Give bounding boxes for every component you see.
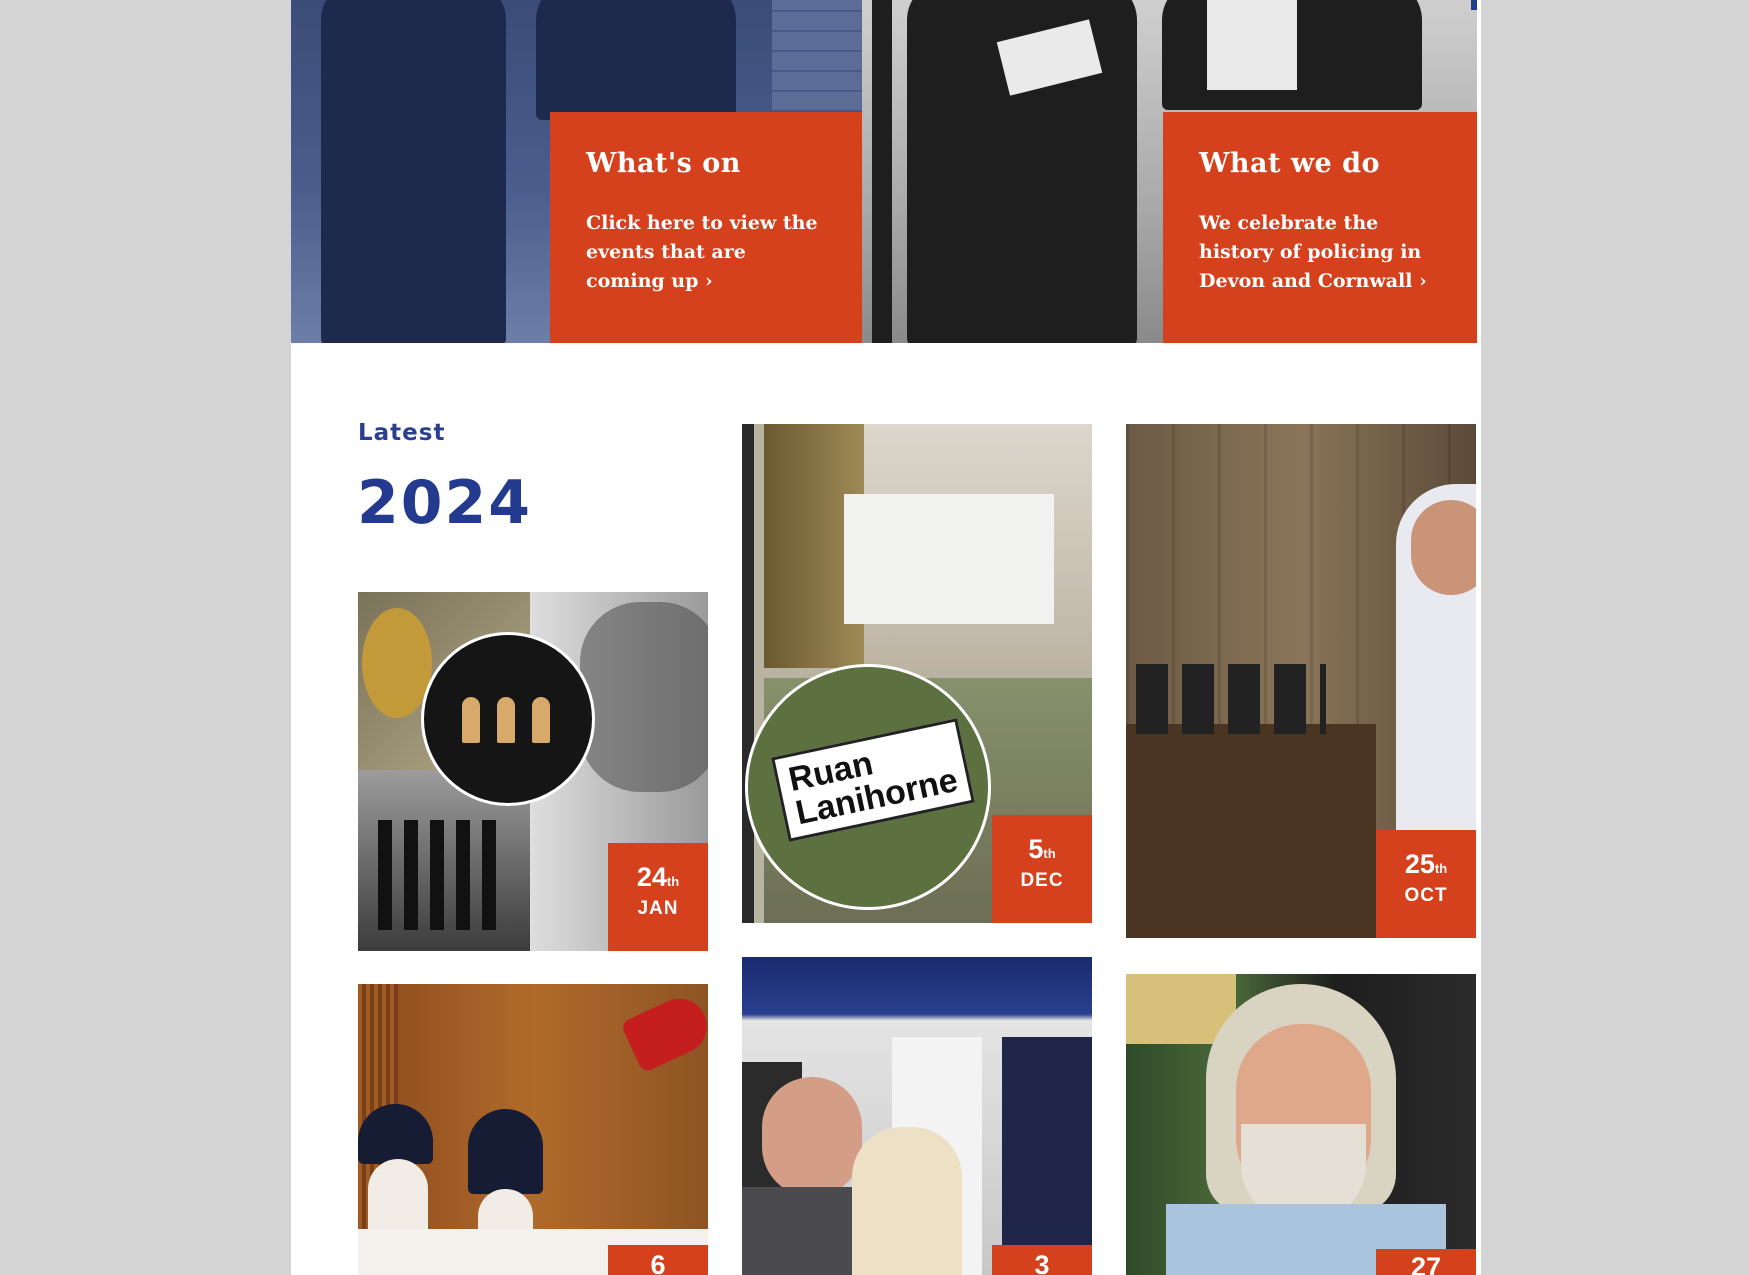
date-day: 3: [992, 1251, 1092, 1275]
police-hat: [358, 1104, 433, 1164]
box: [1207, 0, 1297, 90]
road-sign: Ruan Lanihorne: [771, 718, 976, 842]
police-tent: [844, 494, 1054, 624]
face-shadow: [580, 602, 708, 792]
photo-edge: [742, 424, 754, 923]
day-suffix: th: [666, 874, 680, 889]
day-suffix: th: [1043, 846, 1056, 861]
news-tile[interactable]: 25th OCT: [1126, 424, 1476, 938]
officer-figure: [536, 0, 736, 120]
date-day: 25th: [1376, 850, 1476, 883]
bullets-circle: [421, 632, 595, 806]
date-badge: 24th JAN: [608, 843, 708, 951]
date-day: 6: [608, 1251, 708, 1275]
date-badge: 25th OCT: [1376, 830, 1476, 938]
whats-on-card[interactable]: What's on Click here to view the events …: [550, 112, 862, 343]
date-month: DEC: [1020, 870, 1064, 891]
what-we-do-text: We celebrate the history of policing in …: [1199, 212, 1427, 292]
date-day: 24th: [608, 863, 708, 896]
tent-photo: [764, 424, 1092, 668]
date-day: 5th: [992, 835, 1092, 868]
officer-figure: [1002, 1037, 1092, 1275]
day-suffix: th: [1434, 861, 1448, 876]
lamps: [1136, 664, 1326, 734]
road-sign-circle: Ruan Lanihorne: [745, 664, 991, 910]
brick-wall: [772, 0, 862, 110]
day-number: 27: [1410, 1252, 1442, 1275]
news-tile[interactable]: 6: [358, 984, 708, 1275]
day-number: 25: [1404, 849, 1435, 879]
police-helmet: [468, 1109, 543, 1194]
latest-label: Latest: [358, 420, 446, 446]
what-we-do-card[interactable]: What we do We celebrate the history of p…: [1163, 112, 1477, 343]
latest-year: 2024: [357, 468, 532, 538]
what-we-do-title: What we do: [1199, 148, 1381, 179]
date-badge: 27: [1376, 1249, 1476, 1275]
date-badge: 5th DEC: [992, 815, 1092, 923]
lady-figure: [852, 1127, 962, 1275]
day-number: 6: [650, 1250, 666, 1275]
man-head: [1411, 500, 1476, 595]
whats-on-title: What's on: [586, 148, 741, 179]
officers-row: [378, 820, 508, 930]
bullet: [462, 697, 480, 743]
date-badge: 6: [608, 1245, 708, 1275]
corner-accent: [1471, 0, 1477, 10]
day-number: 3: [1034, 1250, 1050, 1275]
bullet: [532, 697, 550, 743]
date-month: OCT: [1404, 885, 1448, 906]
news-tile[interactable]: 24th JAN: [358, 592, 708, 951]
date-day: 27: [1376, 1253, 1476, 1275]
date-month: JAN: [637, 898, 679, 919]
officer-figure: [872, 0, 892, 343]
medal-emblem: [362, 608, 432, 718]
bullet: [497, 697, 515, 743]
news-tile[interactable]: Ruan Lanihorne 5th DEC: [742, 424, 1092, 923]
day-number: 5: [1028, 834, 1044, 864]
page: What's on Click here to view the events …: [291, 0, 1481, 1275]
face: [762, 1077, 862, 1197]
desk-lamp: [620, 989, 708, 1074]
date-badge: 3: [992, 1245, 1092, 1275]
whats-on-text: Click here to view the events that are c…: [586, 212, 818, 292]
news-tile[interactable]: 3: [742, 957, 1092, 1275]
day-number: 24: [636, 862, 667, 892]
wooden-chest: [1126, 724, 1376, 938]
officer-figure: [321, 0, 506, 343]
news-tile[interactable]: 27: [1126, 974, 1476, 1275]
